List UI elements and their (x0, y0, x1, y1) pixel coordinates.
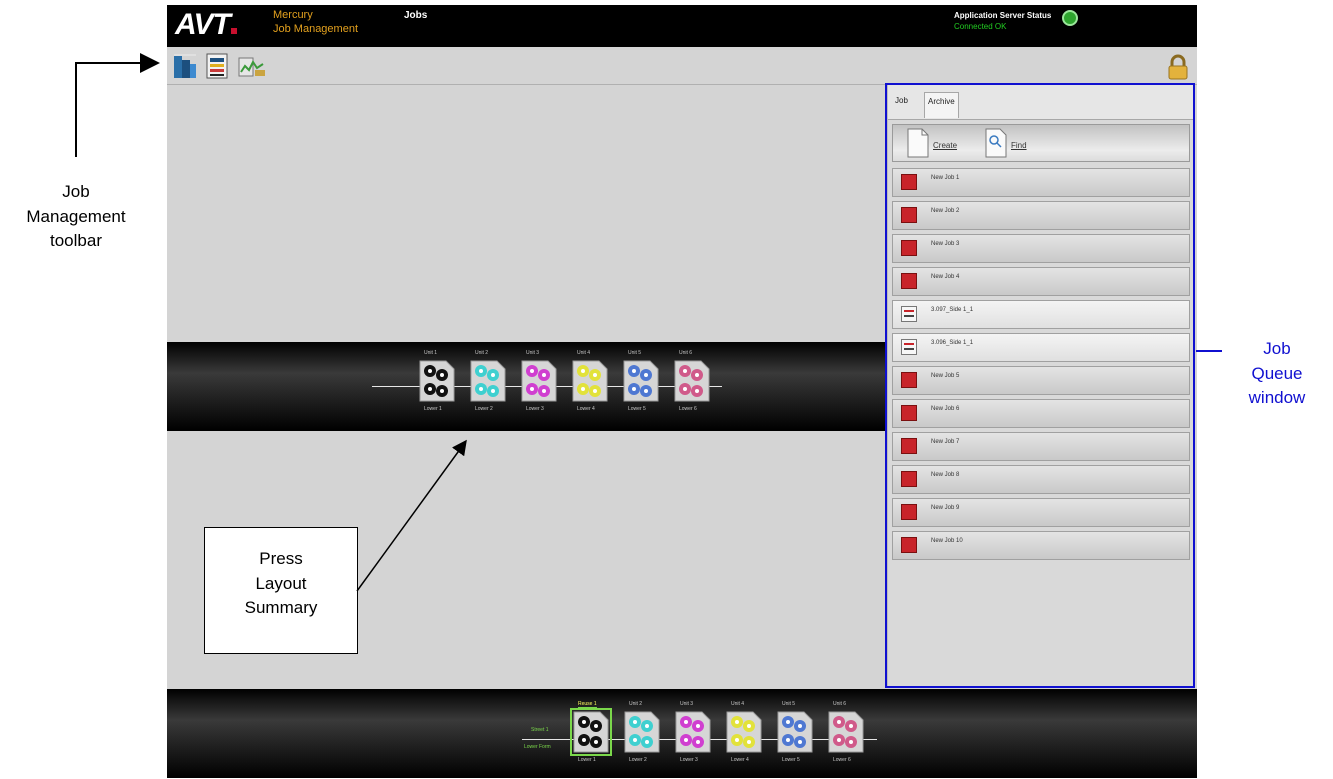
annotation-arrows (75, 53, 1222, 592)
press-arrow (356, 439, 467, 592)
toolbar-arrow (75, 53, 160, 157)
